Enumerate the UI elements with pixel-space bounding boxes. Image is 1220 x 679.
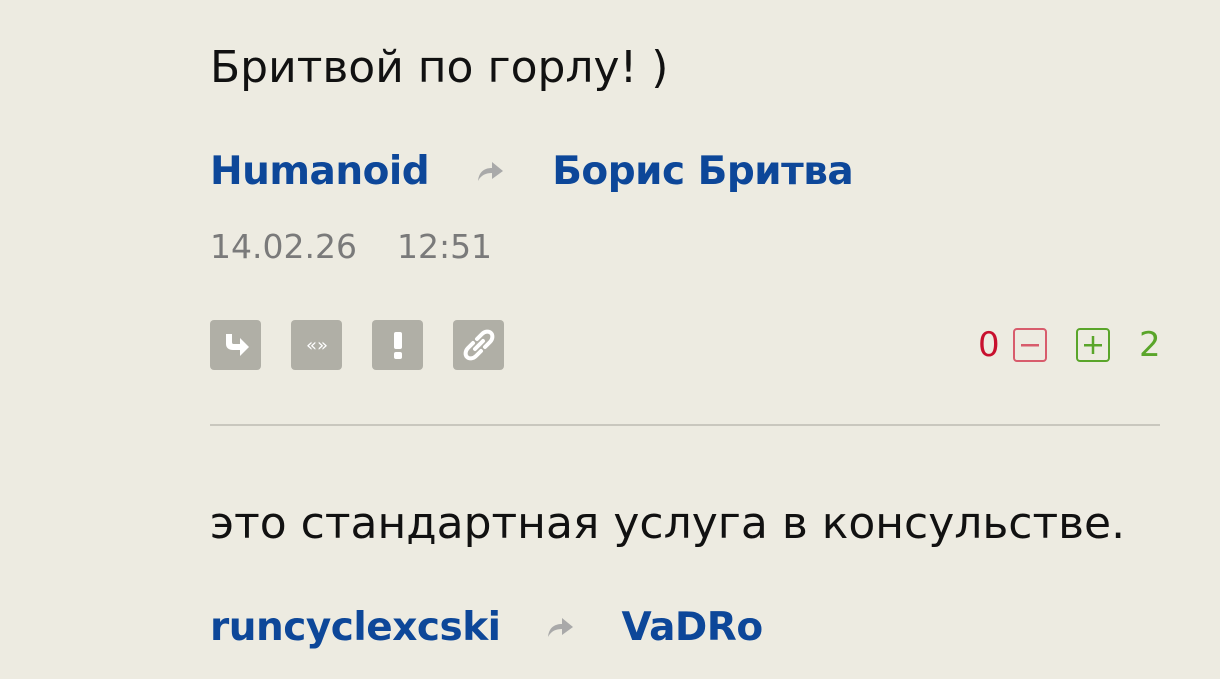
reply-arrow-icon [545,615,575,639]
link-icon [463,329,494,361]
vote-minus-count: 0 [978,325,1000,365]
reply-button[interactable] [210,320,261,370]
quote-button[interactable]: «» [291,320,342,370]
plus-icon [1084,336,1102,354]
comment-actions: «» 0 2 [210,320,1161,370]
author-link[interactable]: runcyclexcski [210,605,501,650]
reply-to-link[interactable]: VaDRo [622,605,764,650]
comment-divider [210,424,1160,426]
link-button[interactable] [453,320,504,370]
reply-to-link[interactable]: Борис Бритва [552,149,854,194]
comment-text: Бритвой по горлу! ) [210,42,669,93]
report-icon [393,332,402,359]
report-button[interactable] [372,320,423,370]
reply-arrow-icon [475,159,505,183]
vote-plus-count: 2 [1139,325,1161,365]
quote-icon: «» [305,335,327,356]
comment-author-row: runcyclexcski VaDRo [210,601,763,653]
reply-icon [225,334,249,356]
vote-plus-button[interactable] [1076,328,1110,362]
comment-text: это стандартная услуга в консульстве. [210,498,1126,549]
author-link[interactable]: Humanoid [210,149,430,194]
svg-text:«»: «» [305,335,327,356]
comment-meta: 14.02.26 12:51 [210,227,492,267]
comment-time: 12:51 [396,227,493,266]
comment-date: 14.02.26 [210,227,357,266]
comment-author-row: Humanoid Борис Бритва [210,145,854,197]
vote-minus-button[interactable] [1013,328,1047,362]
minus-icon [1021,344,1039,347]
